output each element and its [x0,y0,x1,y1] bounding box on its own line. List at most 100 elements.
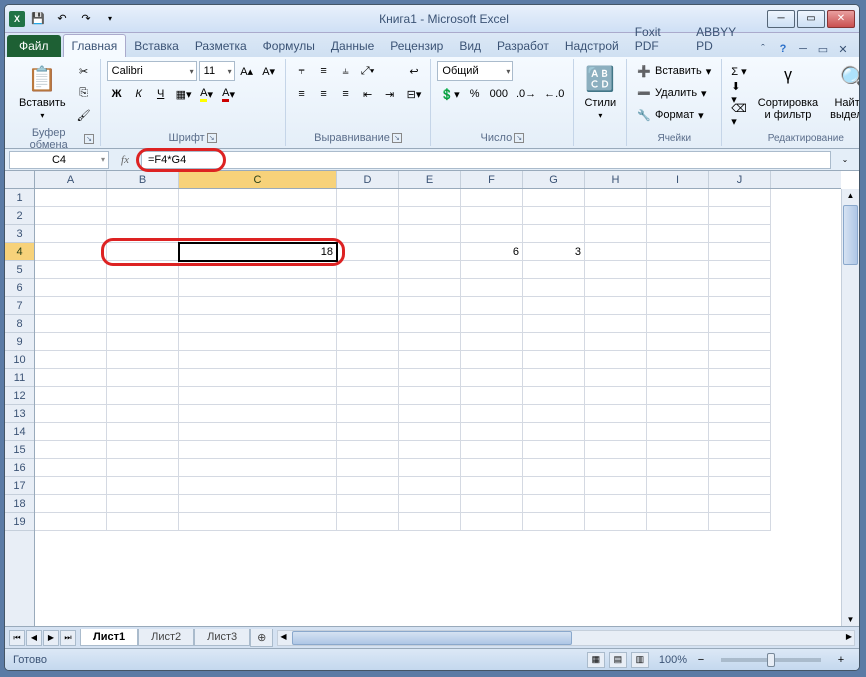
paste-button[interactable]: 📋 Вставить ▾ [15,61,70,125]
cell-J19[interactable] [709,513,771,531]
cell-G16[interactable] [523,459,585,477]
cell-G2[interactable] [523,207,585,225]
cell-D6[interactable] [337,279,399,297]
cell-E14[interactable] [399,423,461,441]
cell-F18[interactable] [461,495,523,513]
row-header-1[interactable]: 1 [5,189,34,207]
cell-G9[interactable] [523,333,585,351]
comma-format-button[interactable]: 000 [487,84,511,104]
cell-H8[interactable] [585,315,647,333]
cell-D16[interactable] [337,459,399,477]
cell-E12[interactable] [399,387,461,405]
cell-H16[interactable] [585,459,647,477]
cell-C19[interactable] [179,513,337,531]
cell-F10[interactable] [461,351,523,369]
cell-I6[interactable] [647,279,709,297]
cell-I4[interactable] [647,243,709,261]
decrease-indent-button[interactable]: ⇤ [358,84,378,104]
cell-A16[interactable] [35,459,107,477]
cell-J16[interactable] [709,459,771,477]
cell-J3[interactable] [709,225,771,243]
tab-review[interactable]: Рецензир [382,35,451,57]
cell-B18[interactable] [107,495,179,513]
cell-H7[interactable] [585,297,647,315]
autosum-button[interactable]: Σ ▾ [728,61,750,81]
cell-B14[interactable] [107,423,179,441]
cell-J5[interactable] [709,261,771,279]
cell-B9[interactable] [107,333,179,351]
find-select-button[interactable]: 🔍 Найти и выделить [826,61,860,131]
cell-A17[interactable] [35,477,107,495]
cell-H9[interactable] [585,333,647,351]
cell-C1[interactable] [179,189,337,207]
cell-J13[interactable] [709,405,771,423]
cell-G5[interactable] [523,261,585,279]
tab-abbyy[interactable]: ABBYY PD [688,21,755,57]
cell-D17[interactable] [337,477,399,495]
qat-save-button[interactable]: 💾 [27,8,49,30]
cell-F11[interactable] [461,369,523,387]
font-color-button[interactable]: A▾ [219,84,239,104]
cell-F17[interactable] [461,477,523,495]
formula-input[interactable]: =F4*G4 [141,151,831,169]
cell-D8[interactable] [337,315,399,333]
align-right-button[interactable]: ≡ [336,84,356,104]
cell-F14[interactable] [461,423,523,441]
row-header-5[interactable]: 5 [5,261,34,279]
expand-formula-bar[interactable]: ⌄ [835,150,855,170]
cell-J6[interactable] [709,279,771,297]
cell-C15[interactable] [179,441,337,459]
cell-I5[interactable] [647,261,709,279]
cell-F19[interactable] [461,513,523,531]
tab-home[interactable]: Главная [63,34,127,57]
cell-G12[interactable] [523,387,585,405]
merge-button[interactable]: ⊟▾ [404,84,425,104]
align-left-button[interactable]: ≡ [292,84,312,104]
cell-I3[interactable] [647,225,709,243]
cell-D3[interactable] [337,225,399,243]
cell-J7[interactable] [709,297,771,315]
sort-filter-button[interactable]: ᵞ Сортировка и фильтр [754,61,822,131]
cell-G18[interactable] [523,495,585,513]
fill-button[interactable]: ⬇ ▾ [728,83,750,103]
format-cells-button[interactable]: 🔧Формат ▾ [633,105,715,125]
cell-A8[interactable] [35,315,107,333]
cell-J8[interactable] [709,315,771,333]
cell-B12[interactable] [107,387,179,405]
fx-button[interactable]: fx [117,152,133,168]
cell-H4[interactable] [585,243,647,261]
sheet-nav-first[interactable]: ⏮ [9,630,25,646]
cell-J11[interactable] [709,369,771,387]
cell-H2[interactable] [585,207,647,225]
delete-cells-button[interactable]: ➖Удалить ▾ [633,83,715,103]
cell-D18[interactable] [337,495,399,513]
increase-decimal-button[interactable]: .0→ [513,84,539,104]
cell-F9[interactable] [461,333,523,351]
cell-H1[interactable] [585,189,647,207]
cell-E13[interactable] [399,405,461,423]
cell-A3[interactable] [35,225,107,243]
cell-J18[interactable] [709,495,771,513]
cell-C17[interactable] [179,477,337,495]
cell-F2[interactable] [461,207,523,225]
cell-I1[interactable] [647,189,709,207]
cell-J2[interactable] [709,207,771,225]
cell-A18[interactable] [35,495,107,513]
qat-undo-button[interactable]: ↶ [51,8,73,30]
cut-button[interactable]: ✂ [74,61,94,81]
sheet-nav-last[interactable]: ⏭ [60,630,76,646]
number-format-combo[interactable]: Общий [437,61,513,81]
cell-C8[interactable] [179,315,337,333]
col-header-G[interactable]: G [523,171,585,188]
row-header-10[interactable]: 10 [5,351,34,369]
cell-G4[interactable]: 3 [523,243,585,261]
cell-G7[interactable] [523,297,585,315]
cell-J1[interactable] [709,189,771,207]
row-header-8[interactable]: 8 [5,315,34,333]
font-name-combo[interactable]: Calibri [107,61,197,81]
cell-G6[interactable] [523,279,585,297]
cell-A10[interactable] [35,351,107,369]
cell-G11[interactable] [523,369,585,387]
col-header-D[interactable]: D [337,171,399,188]
font-size-combo[interactable]: 11 [199,61,235,81]
